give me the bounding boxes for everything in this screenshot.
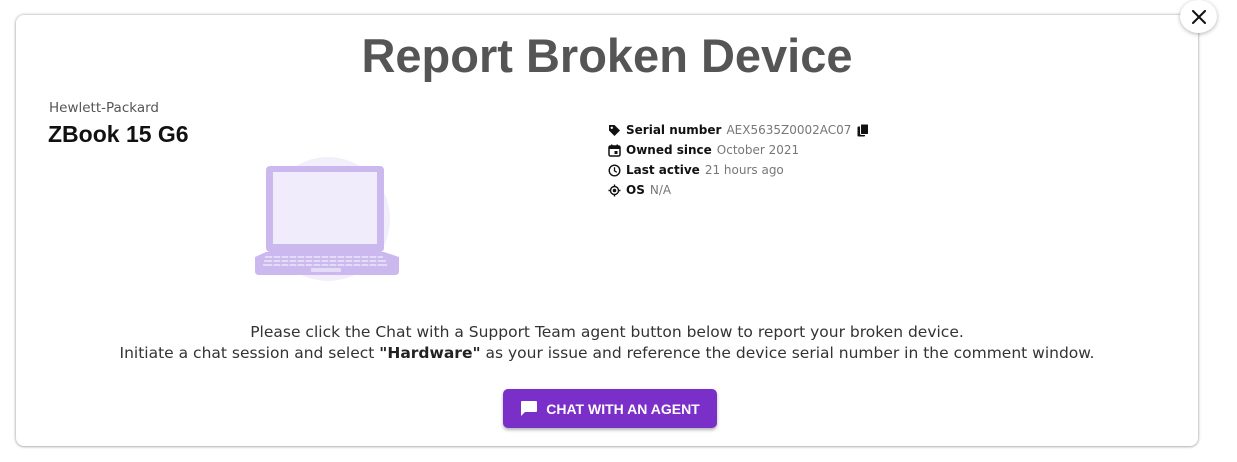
chat-with-agent-button[interactable]: CHAT WITH AN AGENT xyxy=(503,389,717,428)
tag-icon xyxy=(608,124,621,137)
owned-since-value: October 2021 xyxy=(716,143,800,157)
os-value: N/A xyxy=(649,183,672,197)
spec-label: OS xyxy=(626,183,645,197)
instructions-line-2-suffix: as your issue and reference the device s… xyxy=(480,344,1095,362)
spec-last-active: Last active 21 hours ago xyxy=(608,160,869,180)
os-icon xyxy=(608,184,621,197)
spec-os: OS N/A xyxy=(608,180,869,200)
spec-owned-since: Owned since October 2021 xyxy=(608,140,869,160)
spec-serial-number: Serial number AEX5635Z0002AC07 xyxy=(608,120,870,140)
spec-label: Last active xyxy=(626,163,700,177)
close-button[interactable] xyxy=(1180,0,1217,33)
instructions-line-2: Initiate a chat session and select "Hard… xyxy=(16,343,1198,364)
device-model: ZBook 15 G6 xyxy=(48,121,189,147)
last-active-value: 21 hours ago xyxy=(704,163,784,177)
chat-icon xyxy=(520,400,538,417)
copy-icon[interactable] xyxy=(857,123,870,137)
instructions-line-2-prefix: Initiate a chat session and select xyxy=(119,344,380,362)
chat-button-label: CHAT WITH AN AGENT xyxy=(546,400,700,417)
close-icon xyxy=(1191,9,1206,24)
dialog-title: Report Broken Device xyxy=(361,29,853,82)
laptop-icon xyxy=(253,155,403,285)
serial-number-value: AEX5635Z0002AC07 xyxy=(726,123,852,137)
device-manufacturer: Hewlett-Packard xyxy=(49,100,159,116)
spec-label: Serial number xyxy=(626,123,722,137)
device-specs: Serial number AEX5635Z0002AC07 Owned sin… xyxy=(608,120,870,200)
instructions-line-1: Please click the Chat with a Support Tea… xyxy=(250,323,964,341)
spec-label: Owned since xyxy=(626,143,712,157)
instructions-message: Please click the Chat with a Support Tea… xyxy=(16,322,1198,364)
calendar-icon xyxy=(608,144,621,157)
clock-icon xyxy=(608,163,621,177)
hardware-keyword: "Hardware" xyxy=(379,344,481,362)
report-broken-device-dialog: Report Broken Device Hewlett-Packard ZBo… xyxy=(16,15,1198,446)
